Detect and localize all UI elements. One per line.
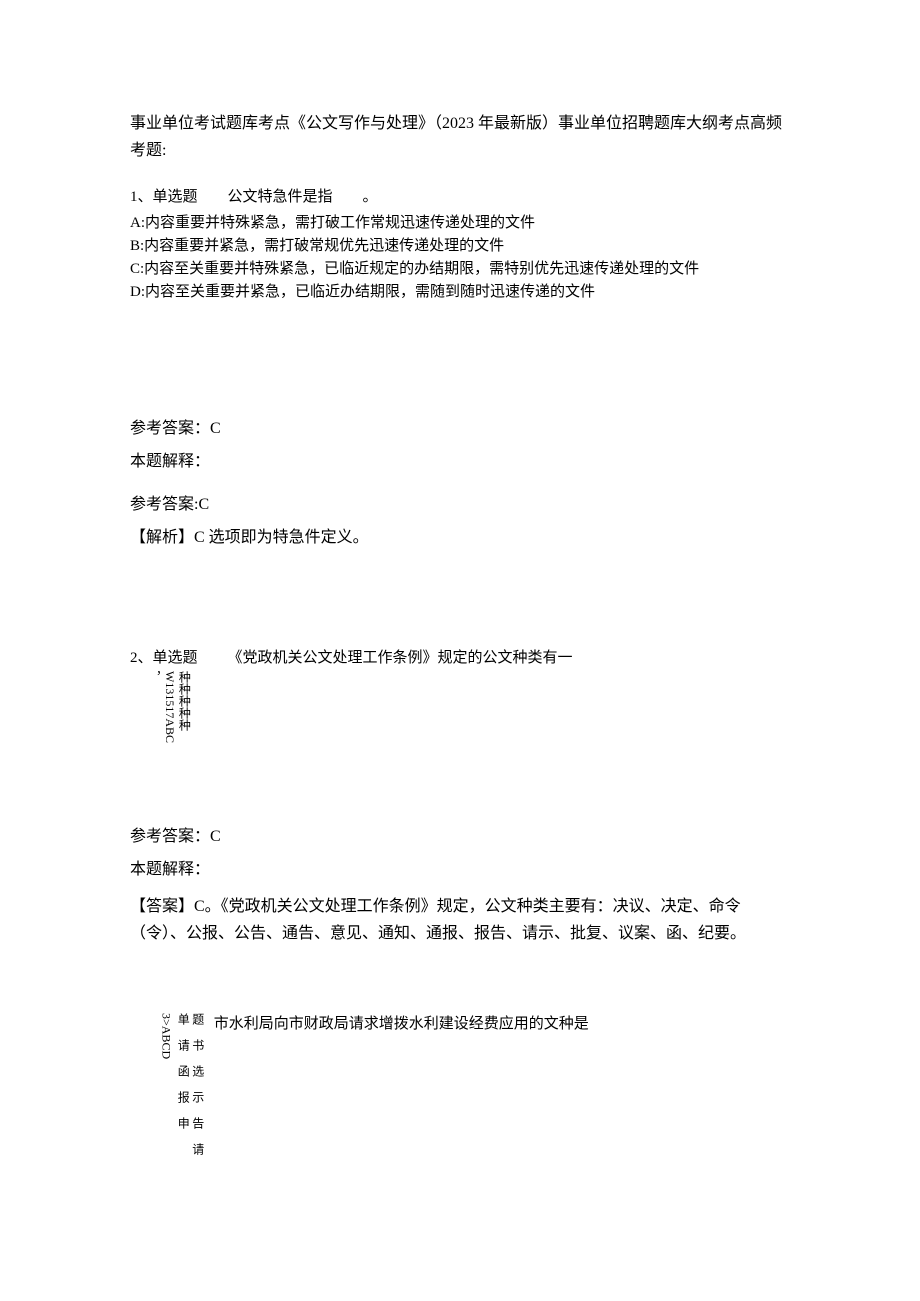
- q3-zh-column-1: 单 请 函 报 申: [177, 1013, 190, 1129]
- q2-comma: ，: [148, 671, 161, 683]
- question-1: 1、单选题 公文特急件是指 。 A:内容重要并特殊紧急，需打破工作常规迅速传递处…: [130, 186, 790, 304]
- q1-answer-key-2: 参考答案:C: [130, 491, 790, 518]
- q1-stem: 1、单选题 公文特急件是指 。: [130, 186, 790, 209]
- q1-option-d: D:内容至关重要并紧急，已临近办结期限，需随到随时迅速传递的文件: [130, 281, 790, 304]
- q1-explanation-label: 本题解释：: [130, 448, 790, 475]
- page-title: 事业单位考试题库考点《公文写作与处理》（2023 年最新版）事业单位招聘题库大纲…: [130, 110, 790, 164]
- q1-option-a: A:内容重要并特殊紧急，需打破工作常规迅速传递处理的文件: [130, 212, 790, 235]
- q2-stem: 《党政机关公文处理工作条例》规定的公文种类有一: [228, 647, 573, 670]
- question-2: 2、单选题 ， W131517ABC 种种种种种 《党政机关公文处理工作条例》规…: [130, 647, 790, 742]
- q2-explanation: 【答案】C。《党政机关公文处理工作条例》规定，公文种类主要有：决议、决定、命令（…: [130, 893, 790, 947]
- question-3: 3>ABCD 单 请 函 报 申 题 书 选 示 告 请 市水利局向市财政局请求…: [130, 1013, 790, 1155]
- q2-lead: 2、单选题: [130, 647, 198, 670]
- q3-stem: 市水利局向市财政局请求增拨水利建设经费应用的文种是: [214, 1013, 589, 1036]
- q2-en-column: W131517ABC: [163, 671, 176, 743]
- q2-zh-column: 种种种种种: [178, 671, 191, 731]
- q3-en-column: 3>ABCD: [160, 1013, 173, 1059]
- q3-zh-column-2: 题 书 选 示 告 请: [191, 1013, 204, 1155]
- q1-explanation: 【解析】C 选项即为特急件定义。: [130, 524, 790, 551]
- q2-explanation-label: 本题解释：: [130, 856, 790, 883]
- q2-answer-key: 参考答案：C: [130, 823, 790, 850]
- q1-option-b: B:内容重要并紧急，需打破常规优先迅速传递处理的文件: [130, 235, 790, 258]
- q1-answer-key: 参考答案：C: [130, 415, 790, 442]
- q1-option-c: C:内容至关重要并特殊紧急，已临近规定的办结期限，需特别优先迅速传递处理的文件: [130, 258, 790, 281]
